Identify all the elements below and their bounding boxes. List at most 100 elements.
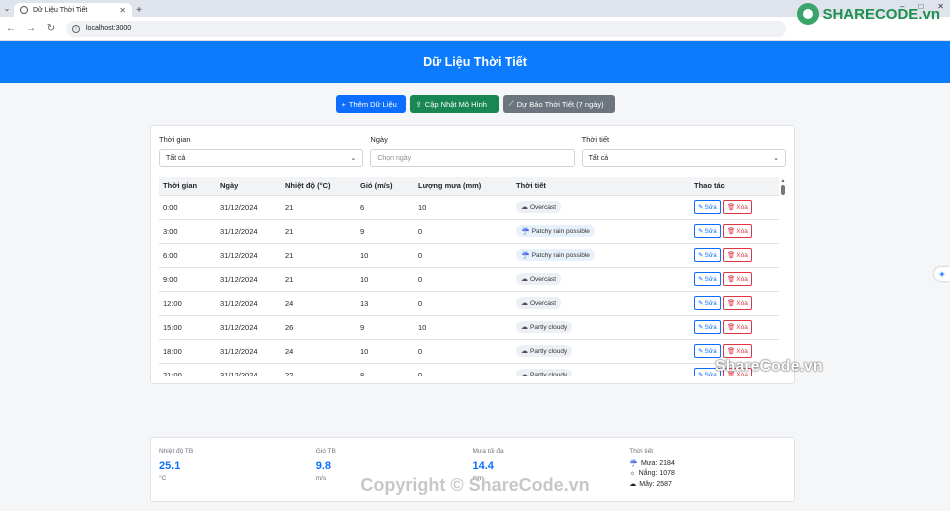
rain-cloud-icon: ☔ [521, 252, 530, 259]
action-toolbar: + Thêm Dữ Liệu ⇪ Cập Nhật Mô Hình ⟋ Dự B… [0, 95, 950, 113]
cell-temperature: 22 [281, 362, 356, 376]
update-model-button[interactable]: ⇪ Cập Nhật Mô Hình [409, 95, 499, 113]
delete-button[interactable]: 🗑 Xóa [723, 248, 752, 262]
cell-date: 31/12/2024 [216, 266, 281, 291]
delete-label: Xóa [736, 203, 748, 211]
copyright-text: Copyright © ShareCode.vn [360, 475, 590, 495]
edit-label: Sửa [704, 347, 717, 355]
delete-button[interactable]: 🗑 Xóa [723, 296, 752, 310]
edit-icon: ✎ [698, 276, 704, 283]
delete-button[interactable]: 🗑 Xóa [723, 344, 752, 358]
cell-date: 31/12/2024 [216, 194, 281, 219]
sharecode-logo: SHARECODE.vn [797, 3, 940, 25]
edit-button[interactable]: ✎ Sửa [694, 320, 721, 334]
cell-time: 0:00 [159, 194, 216, 219]
delete-button[interactable]: 🗑 Xóa [723, 272, 752, 286]
delete-button[interactable]: 🗑 Xóa [723, 320, 752, 334]
browser-tab[interactable]: Dữ Liệu Thời Tiết ✕ [14, 3, 132, 17]
weather-badge-text: Partly cloudy [530, 347, 568, 355]
cell-weather: ☁ Overcast [512, 266, 690, 291]
delete-button[interactable]: 🗑 Xóa [723, 200, 752, 214]
time-filter-select[interactable]: Tất cả ⌄ [159, 149, 364, 167]
scroll-up-icon[interactable]: ▲ [780, 178, 786, 184]
header-rain: Lượng mưa (mm) [414, 177, 512, 195]
cell-time: 15:00 [159, 314, 216, 339]
weather-filter: Thời tiết Tất cả ⌄ [581, 135, 786, 167]
delete-label: Xóa [736, 275, 748, 283]
page-title: Dữ Liệu Thời Tiết [423, 55, 527, 69]
cell-temperature: 21 [281, 218, 356, 243]
tab-list-chevron-icon[interactable]: ⌄ [0, 0, 14, 17]
trash-icon: 🗑 [727, 252, 736, 259]
chevron-down-icon: ⌄ [350, 155, 357, 162]
cloud-icon: ☁ [521, 372, 528, 376]
forward-icon[interactable]: → [26, 23, 36, 34]
cell-rain: 0 [414, 290, 512, 315]
max-rain-label: Mưa tối đa [472, 448, 504, 455]
edit-icon: ✎ [698, 300, 704, 307]
cell-time: 9:00 [159, 266, 216, 291]
cell-rain: 0 [414, 218, 512, 243]
data-card: Thời gian Tất cả ⌄ Ngày Chọn ngày Thời t… [150, 125, 795, 384]
date-filter-placeholder: Chọn ngày [377, 154, 412, 162]
trash-icon: 🗑 [727, 348, 736, 355]
cell-weather: ☁ Overcast [512, 290, 690, 315]
cell-weather: ☔ Patchy rain possible [512, 242, 690, 267]
header-temperature: Nhiệt độ (°C) [281, 177, 356, 195]
weather-badge: ☁ Partly cloudy [516, 345, 573, 357]
cell-actions: ✎ Sửa 🗑 Xóa [690, 314, 779, 339]
site-info-icon[interactable]: i [72, 24, 80, 33]
cell-wind: 9 [356, 218, 414, 243]
cell-weather: ☔ Patchy rain possible [512, 218, 690, 243]
cell-date: 31/12/2024 [216, 242, 281, 267]
edit-button[interactable]: ✎ Sửa [694, 248, 721, 262]
table-scrollbar[interactable]: ▲ [780, 178, 786, 376]
edit-button[interactable]: ✎ Sửa [694, 200, 721, 214]
avg-wind-label: Gió TB [315, 448, 336, 455]
url-field[interactable]: i localhost:3000 [66, 20, 786, 37]
edit-button[interactable]: ✎ Sửa [694, 224, 721, 238]
weather-badge: ☁ Overcast [516, 273, 562, 285]
cell-temperature: 21 [281, 266, 356, 291]
edit-icon: ✎ [698, 228, 704, 235]
cell-weather: ☁ Partly cloudy [512, 314, 690, 339]
file-arrow-icon: ⇪ [415, 99, 422, 109]
new-tab-icon[interactable]: + [132, 3, 146, 17]
header-time: Thời gian [159, 177, 216, 195]
trash-icon: 🗑 [727, 324, 736, 331]
cell-actions: ✎ Sửa 🗑 Xóa [690, 218, 779, 243]
weather-filter-select[interactable]: Tất cả ⌄ [581, 149, 786, 167]
page-header: Dữ Liệu Thời Tiết [0, 41, 950, 83]
cell-wind: 8 [356, 362, 414, 376]
reload-icon[interactable]: ↻ [46, 23, 56, 34]
back-icon[interactable]: ← [6, 23, 16, 34]
cell-wind: 13 [356, 290, 414, 315]
add-data-button[interactable]: + Thêm Dữ Liệu [335, 95, 406, 113]
edit-button[interactable]: ✎ Sửa [694, 272, 721, 286]
logo-mark-icon [797, 3, 820, 25]
edit-label: Sửa [704, 251, 717, 259]
table-row: 12:00 31/12/2024 24 13 0 ☁ Overcast ✎ Sửa 🗑 Xóa [159, 290, 779, 315]
table-row: 6:00 31/12/2024 21 10 0 ☔ Patchy rain possible… [159, 242, 779, 267]
scrollbar-thumb[interactable] [781, 185, 785, 195]
date-filter-input[interactable]: Chọn ngày [370, 149, 575, 167]
edit-button[interactable]: ✎ Sửa [694, 296, 721, 310]
edit-label: Sửa [704, 299, 717, 307]
delete-button[interactable]: 🗑 Xóa [723, 224, 752, 238]
page: SHARECODE.vn Dữ Liệu Thời Tiết + Thêm Dữ… [0, 3, 950, 511]
cell-rain: 10 [414, 314, 512, 339]
cell-weather: ☁ Overcast [512, 194, 690, 219]
rain-cloud-icon: ☔ [521, 228, 530, 235]
cell-wind: 6 [356, 194, 414, 219]
weather-badge: ☁ Partly cloudy [516, 369, 573, 376]
cell-rain: 10 [414, 194, 512, 219]
cell-actions: ✎ Sửa 🗑 Xóa [690, 266, 779, 291]
close-tab-icon[interactable]: ✕ [119, 6, 126, 15]
edit-button[interactable]: ✎ Sửa [694, 344, 721, 358]
edit-icon: ✎ [698, 348, 704, 355]
cell-date: 31/12/2024 [216, 362, 281, 376]
floating-side-icon[interactable]: ◈ [934, 267, 950, 281]
forecast-button[interactable]: ⟋ Dự Báo Thời Tiết (7 ngày) [502, 95, 615, 113]
cell-rain: 0 [414, 338, 512, 363]
weather-table-container[interactable]: Thời gian Ngày Nhiệt độ (°C) Gió (m/s) L… [159, 177, 787, 376]
